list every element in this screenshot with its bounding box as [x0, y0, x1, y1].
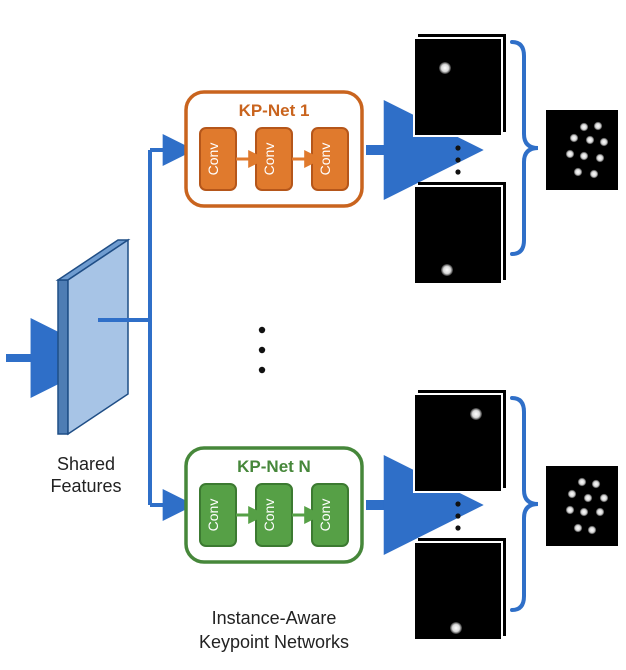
shared-features-label: Shared Features: [50, 454, 121, 496]
kp-net-1: KP-Net 1 Conv Conv Conv: [186, 92, 362, 206]
svg-text:Instance-Aware: Instance-Aware: [212, 608, 337, 628]
diagram-caption: Instance-Aware Keypoint Networks: [199, 608, 349, 652]
heatmap-stack-top: [414, 34, 506, 284]
shared-features-volume: [58, 240, 128, 434]
svg-text:Conv: Conv: [261, 499, 277, 532]
brace-top-icon: [512, 42, 538, 254]
svg-text:Conv: Conv: [261, 143, 277, 176]
kp-net-n: KP-Net N Conv Conv Conv: [186, 448, 362, 562]
svg-text:Conv: Conv: [205, 143, 221, 176]
kp-net-n-title: KP-Net N: [237, 457, 311, 476]
svg-text:Conv: Conv: [317, 143, 333, 176]
kp-net-n-conv-1: Conv: [200, 484, 236, 546]
combined-output-bottom: [546, 466, 618, 546]
kp-net-1-conv-2: Conv: [256, 128, 292, 190]
svg-text:Keypoint Networks: Keypoint Networks: [199, 632, 349, 652]
svg-text:Features: Features: [50, 476, 121, 496]
combined-output-top: [546, 110, 618, 190]
kp-net-n-conv-3: Conv: [312, 484, 348, 546]
brace-bottom-icon: [512, 398, 538, 610]
kp-net-1-conv-3: Conv: [312, 128, 348, 190]
branch-ellipsis-icon: [259, 327, 265, 373]
kp-net-1-conv-1: Conv: [200, 128, 236, 190]
kp-net-n-conv-2: Conv: [256, 484, 292, 546]
kp-net-1-title: KP-Net 1: [239, 101, 310, 120]
svg-text:Shared: Shared: [57, 454, 115, 474]
svg-text:Conv: Conv: [205, 499, 221, 532]
svg-text:Conv: Conv: [317, 499, 333, 532]
heatmap-stack-bottom: [414, 390, 506, 640]
